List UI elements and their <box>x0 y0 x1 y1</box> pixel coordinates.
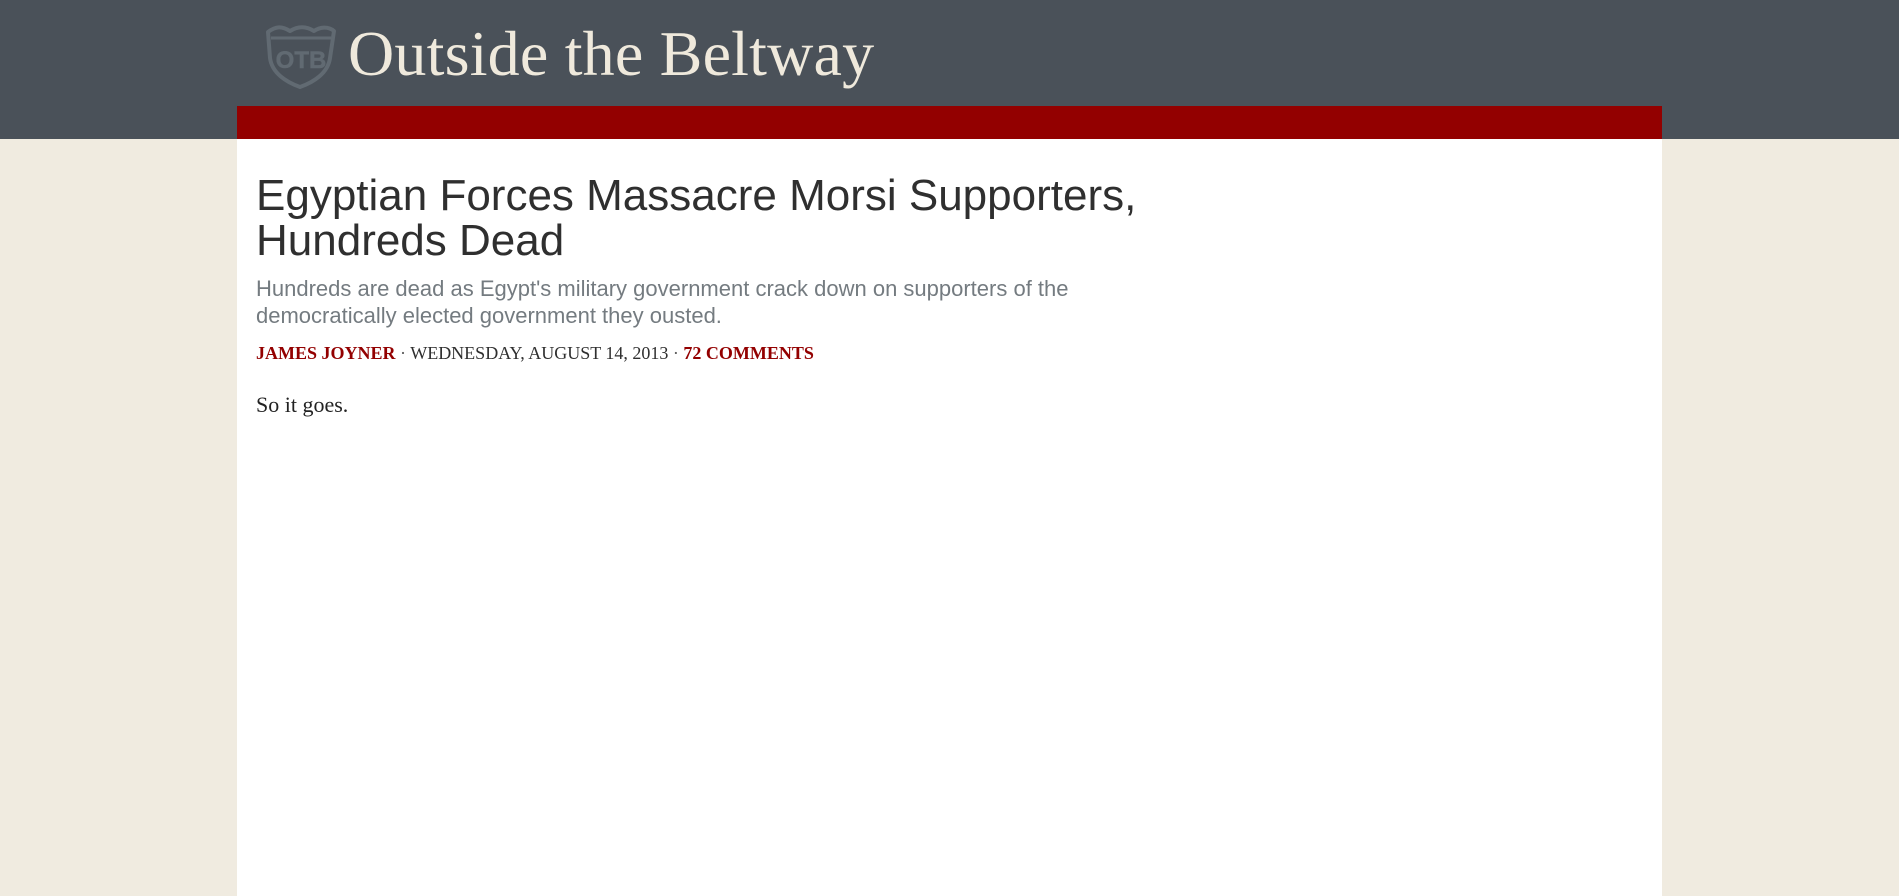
otb-shield-logo-icon: OTB <box>266 25 336 89</box>
article-body: So it goes. <box>256 391 1196 419</box>
content-area: Egyptian Forces Massacre Morsi Supporter… <box>237 139 1662 896</box>
publish-date: WEDNESDAY, AUGUST 14, 2013 <box>410 343 669 363</box>
site-header: OTB Outside the Beltway <box>0 0 1899 139</box>
header-accent-bar <box>237 106 1662 139</box>
article-headline: Egyptian Forces Massacre Morsi Supporter… <box>256 171 1137 265</box>
comments-link[interactable]: 72 COMMENTS <box>683 343 814 363</box>
article-paragraph: So it goes. <box>256 392 349 417</box>
byline-separator: · <box>672 343 679 363</box>
article-dek: Hundreds are dead as Egypt's military go… <box>256 276 1069 328</box>
site-brand-link[interactable]: OTB Outside the Beltway <box>262 14 874 94</box>
svg-text:OTB: OTB <box>276 47 327 74</box>
author-link[interactable]: JAMES JOYNER <box>256 343 396 363</box>
byline-separator: · <box>400 343 407 363</box>
article: Egyptian Forces Massacre Morsi Supporter… <box>256 173 1196 419</box>
article-byline: JAMES JOYNER · WEDNESDAY, AUGUST 14, 201… <box>256 341 1196 365</box>
site-title[interactable]: Outside the Beltway <box>348 22 874 86</box>
